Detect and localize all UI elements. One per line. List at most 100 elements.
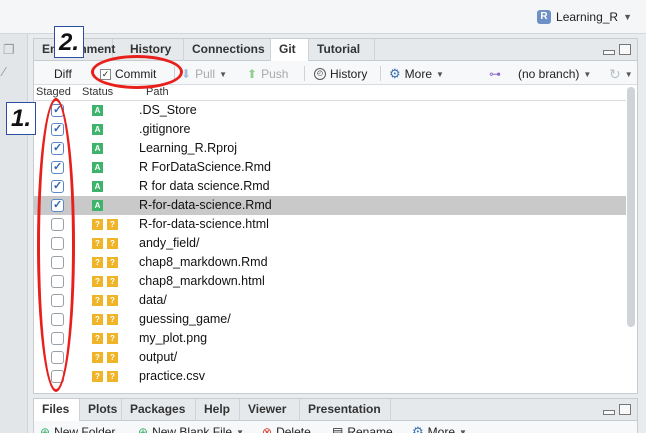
file-row[interactable]: A R for data science.Rmd — [34, 177, 626, 196]
staged-checkbox[interactable] — [51, 122, 64, 136]
pane-tabs: Environment History Connections Git Tuto… — [34, 39, 637, 62]
tab-plots[interactable]: Plots — [80, 399, 122, 421]
rename-icon: ▤ — [332, 425, 344, 433]
file-row[interactable]: A R ForDataScience.Rmd — [34, 158, 626, 177]
file-path: .gitignore — [139, 122, 191, 136]
commit-label: Commit — [115, 67, 157, 81]
tab-history[interactable]: History — [122, 39, 184, 61]
column-status[interactable]: Status — [82, 86, 113, 98]
chevron-down-icon: ▼ — [436, 69, 444, 79]
status-added-icon: A — [92, 124, 103, 135]
staged-checkbox[interactable] — [51, 256, 64, 269]
tab-presentation[interactable]: Presentation — [300, 399, 391, 421]
status-untracked-icon: ? — [92, 352, 103, 363]
column-path[interactable]: Path — [146, 86, 169, 98]
branch-select[interactable]: (no branch) ▼ — [518, 66, 591, 82]
file-row[interactable]: ?? andy_field/ — [34, 234, 626, 253]
tab-git[interactable]: Git — [271, 39, 309, 62]
delete-button[interactable]: ⊗ Delete — [262, 424, 311, 433]
project-menu[interactable]: R Learning_R ▼ — [537, 10, 632, 24]
staged-checkbox[interactable] — [51, 370, 64, 383]
status-untracked-icon: ? — [92, 238, 103, 249]
status-untracked-icon: ? — [107, 352, 118, 363]
pull-button[interactable]: ⬇ Pull ▼ — [181, 66, 227, 82]
staged-checkbox[interactable] — [51, 237, 64, 250]
branch-graph-button[interactable]: ⊶ — [489, 66, 501, 82]
chevron-down-icon: ▼ — [583, 69, 592, 79]
file-row[interactable]: ?? chap8_markdown.html — [34, 272, 626, 291]
file-row[interactable]: ?? output/ — [34, 348, 626, 367]
status-untracked-icon: ? — [92, 314, 103, 325]
file-path: my_plot.png — [139, 331, 208, 345]
files-more-button[interactable]: ⚙ More ▼ — [412, 424, 467, 433]
scrollbar-thumb[interactable] — [627, 87, 635, 327]
staged-checkbox[interactable] — [51, 179, 64, 193]
file-row[interactable]: ?? practice.csv — [34, 367, 626, 386]
new-folder-label: New Folder — [54, 425, 116, 433]
broom-icon[interactable]: ⁄ — [3, 64, 21, 79]
file-path: R for data science.Rmd — [139, 179, 270, 193]
staged-checkbox[interactable] — [51, 351, 64, 364]
rename-label: Rename — [347, 425, 393, 433]
status-added-icon: A — [92, 162, 103, 173]
tab-packages[interactable]: Packages — [122, 399, 196, 421]
tab-help[interactable]: Help — [196, 399, 240, 421]
file-path: practice.csv — [139, 369, 205, 383]
gear-icon: ⚙ — [389, 66, 401, 81]
maximize-icon[interactable] — [619, 44, 631, 55]
refresh-button[interactable]: ↻ ▼ — [609, 66, 633, 82]
file-row[interactable]: ?? chap8_markdown.Rmd — [34, 253, 626, 272]
file-path: data/ — [139, 293, 167, 307]
diff-button[interactable]: Diff — [54, 66, 72, 82]
column-staged[interactable]: Staged — [36, 86, 71, 98]
status-untracked-icon: ? — [92, 276, 103, 287]
project-bar: R Learning_R ▼ — [0, 0, 646, 34]
staged-checkbox[interactable] — [51, 103, 64, 117]
tab-connections[interactable]: Connections — [184, 39, 271, 61]
arrow-up-icon: ⬆ — [247, 67, 258, 81]
push-button[interactable]: ⬆ Push — [247, 66, 288, 82]
new-blank-file-button[interactable]: ⊕ New Blank File ▼ — [138, 424, 244, 433]
staged-checkbox[interactable] — [51, 294, 64, 307]
more-button[interactable]: ⚙ More ▼ — [389, 66, 444, 82]
collapsed-left-pane: ❐ ⁄ — [0, 34, 28, 433]
status-untracked-icon: ? — [107, 219, 118, 230]
file-row[interactable]: ?? guessing_game/ — [34, 310, 626, 329]
minimize-icon[interactable] — [603, 410, 615, 415]
staged-checkbox[interactable] — [51, 332, 64, 345]
minimize-icon[interactable] — [603, 50, 615, 55]
delete-label: Delete — [276, 425, 311, 433]
file-row[interactable]: ?? my_plot.png — [34, 329, 626, 348]
commit-button[interactable]: ✓ Commit — [100, 66, 156, 82]
file-row[interactable]: A Learning_R.Rproj — [34, 139, 626, 158]
staged-checkbox[interactable] — [51, 160, 64, 174]
chevron-down-icon: ▼ — [623, 12, 632, 22]
annotation-label-2: 2. — [54, 26, 84, 58]
new-folder-button[interactable]: ⊕ New Folder — [40, 424, 115, 433]
file-row[interactable]: ?? data/ — [34, 291, 626, 310]
status-untracked-icon: ? — [107, 333, 118, 344]
tab-tutorial[interactable]: Tutorial — [309, 39, 375, 61]
file-path: .DS_Store — [139, 103, 197, 117]
gear-icon: ⚙ — [412, 424, 424, 433]
history-label: History — [330, 67, 368, 81]
staged-checkbox[interactable] — [51, 141, 64, 155]
restore-pane-icon[interactable]: ❐ — [3, 42, 21, 57]
clock-icon: ◴ — [314, 68, 326, 80]
staged-checkbox[interactable] — [51, 198, 64, 212]
maximize-icon[interactable] — [619, 404, 631, 415]
staged-checkbox[interactable] — [51, 313, 64, 326]
file-row[interactable]: ?? R-for-data-science.html — [34, 215, 626, 234]
history-button[interactable]: ◴ History — [314, 66, 367, 82]
tab-files[interactable]: Files — [34, 399, 80, 422]
status-untracked-icon: ? — [107, 238, 118, 249]
staged-checkbox[interactable] — [51, 275, 64, 288]
tab-viewer[interactable]: Viewer — [240, 399, 300, 421]
vertical-scrollbar[interactable] — [627, 87, 635, 327]
file-row[interactable]: A .gitignore — [34, 120, 626, 139]
file-row[interactable]: A .DS_Store — [34, 101, 626, 120]
rename-button[interactable]: ▤ Rename — [332, 424, 393, 433]
staged-checkbox[interactable] — [51, 218, 64, 231]
file-row[interactable]: A R-for-data-science.Rmd — [34, 196, 626, 215]
status-untracked-icon: ? — [107, 314, 118, 325]
